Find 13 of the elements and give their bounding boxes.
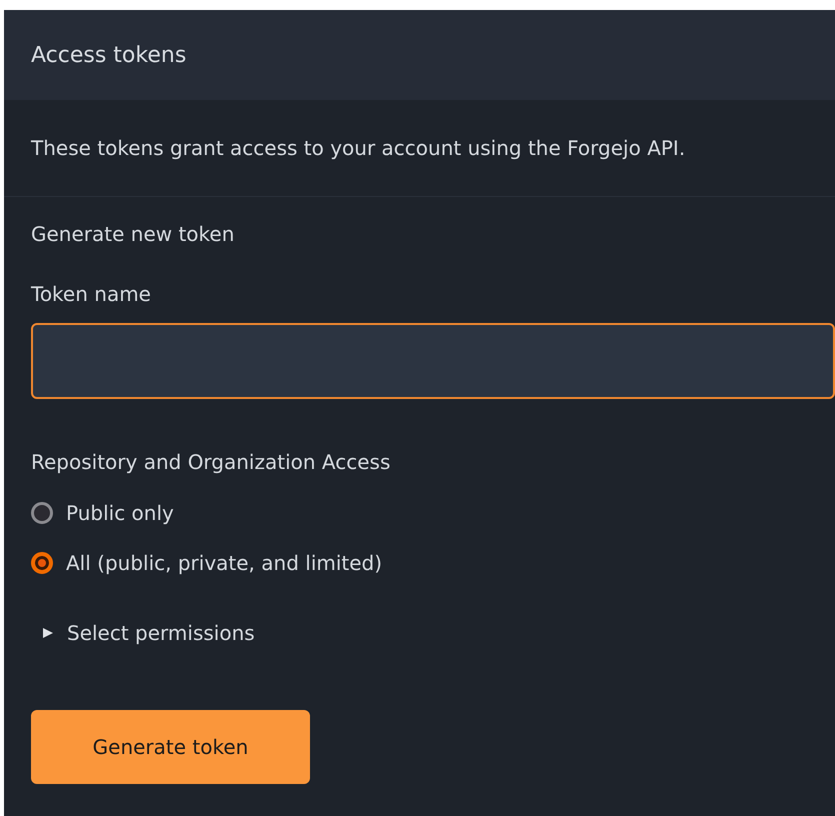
generate-token-button[interactable]: Generate token <box>31 710 310 784</box>
radio-button[interactable] <box>31 552 53 574</box>
token-name-field[interactable] <box>31 323 835 399</box>
section-title: Access tokens <box>31 42 186 70</box>
field-label: Repository and Organization Access <box>31 449 392 476</box>
description-text: These tokens grant access to your account using the Forgejo API. <box>31 135 686 162</box>
option-label: Public only <box>66 500 174 527</box>
form-heading: Generate new token <box>31 221 236 248</box>
field-label: Token name <box>31 281 152 308</box>
caret-icon <box>42 627 53 639</box>
option-label: All (public, private, and limited) <box>66 550 382 577</box>
select-permissions-toggle[interactable]: Select permissions <box>42 618 255 648</box>
radio-button[interactable] <box>31 502 53 524</box>
